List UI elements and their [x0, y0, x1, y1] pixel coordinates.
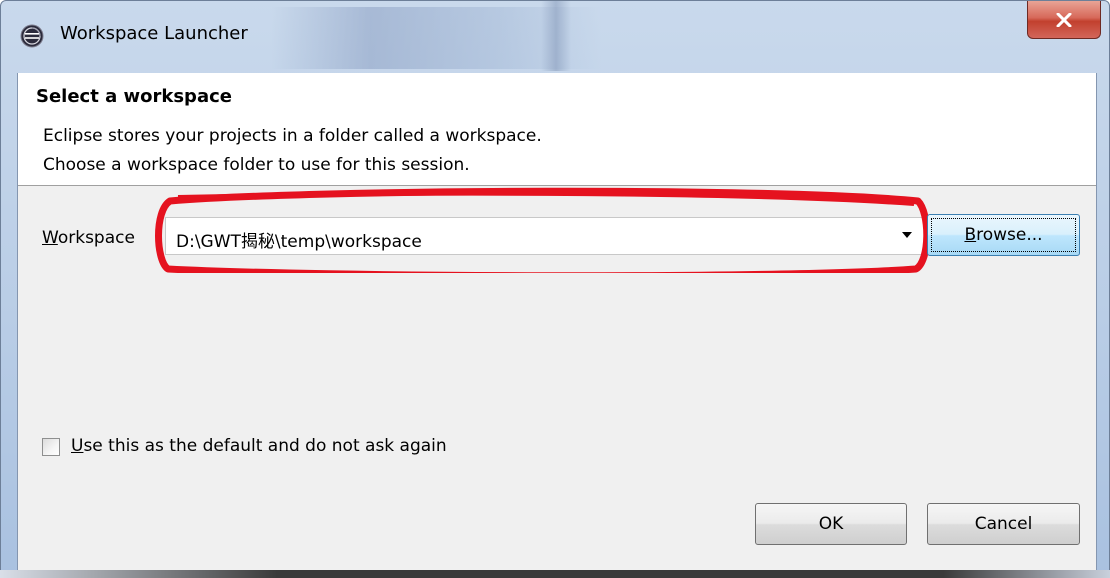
- background-taskbar-strip: [0, 570, 1110, 578]
- ok-button[interactable]: OK: [755, 503, 907, 545]
- title-bar[interactable]: Workspace Launcher: [1, 1, 1109, 73]
- dialog-client-area: Select a workspace Eclipse stores your p…: [17, 73, 1097, 573]
- workspace-label: Workspace: [42, 228, 135, 248]
- banner-description-line-2: Choose a workspace folder to use for thi…: [43, 155, 470, 175]
- default-checkbox-label[interactable]: Use this as the default and do not ask a…: [71, 436, 447, 456]
- close-icon: [1056, 12, 1072, 27]
- banner-title: Select a workspace: [36, 86, 232, 107]
- window-title: Workspace Launcher: [60, 23, 248, 44]
- eclipse-icon: [20, 24, 44, 48]
- workspace-combo[interactable]: D:\GWT揭秘\temp\workspace: [165, 217, 925, 255]
- workspace-path-value[interactable]: D:\GWT揭秘\temp\workspace: [176, 227, 422, 252]
- default-mnemonic: U: [71, 436, 84, 456]
- workspace-label-mnemonic: W: [42, 228, 58, 248]
- workspace-label-text: orkspace: [57, 228, 135, 248]
- banner-description-line-1: Eclipse stores your projects in a folder…: [43, 126, 542, 146]
- header-banner: Select a workspace Eclipse stores your p…: [18, 73, 1096, 186]
- default-checkbox[interactable]: [42, 438, 60, 456]
- close-button[interactable]: [1027, 1, 1101, 39]
- chevron-down-icon[interactable]: [902, 232, 912, 238]
- browse-button[interactable]: Browse...: [927, 214, 1080, 256]
- cancel-button[interactable]: Cancel: [927, 503, 1080, 545]
- focus-ring: [931, 218, 1076, 252]
- workspace-launcher-window: Workspace Launcher Select a workspace Ec…: [0, 0, 1110, 578]
- background-blur-edge: [541, 1, 571, 71]
- default-label-text: se this as the default and do not ask ag…: [83, 436, 447, 456]
